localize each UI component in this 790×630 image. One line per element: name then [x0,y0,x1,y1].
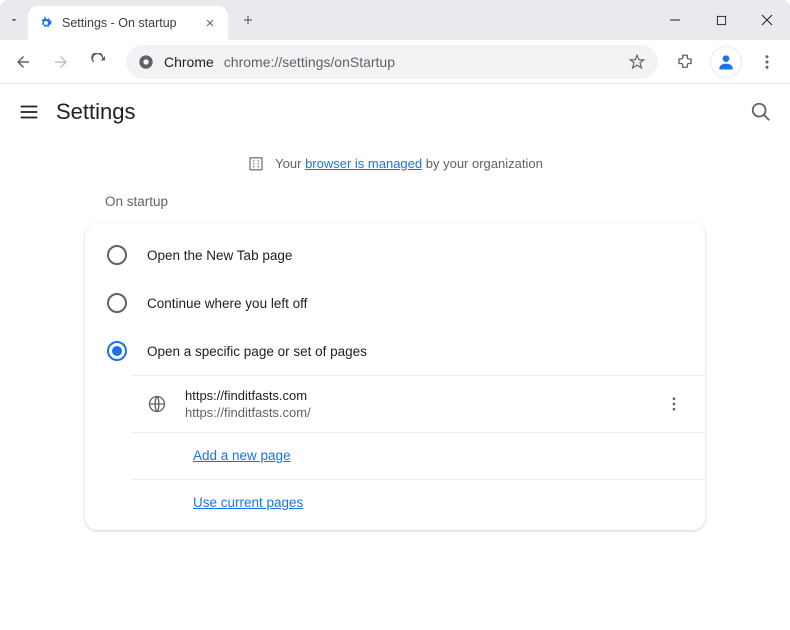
omnibox-origin: Chrome [164,54,214,70]
arrow-right-icon [52,53,70,71]
hamburger-menu-icon[interactable] [18,101,40,123]
add-new-page-link[interactable]: Add a new page [193,448,291,463]
more-actions-button[interactable] [665,395,683,413]
window-controls [652,0,790,40]
maximize-button[interactable] [698,0,744,40]
settings-gear-icon [38,15,54,31]
radio-label: Continue where you left off [147,296,307,311]
chevron-down-icon [8,14,20,26]
tab-search-dropdown[interactable] [0,14,28,26]
reload-button[interactable] [82,45,116,79]
radio-option-new-tab[interactable]: Open the New Tab page [85,231,705,279]
extensions-icon [676,53,694,71]
radio-icon [107,293,127,313]
omnibox-url: chrome://settings/onStartup [224,54,618,70]
chrome-logo-icon [138,54,154,70]
back-button[interactable] [6,45,40,79]
tab-close-button[interactable] [202,15,218,31]
maximize-icon [716,15,727,26]
startup-page-row: https://finditfasts.com https://finditfa… [131,375,705,432]
radio-label: Open a specific page or set of pages [147,344,367,359]
close-icon [761,14,773,26]
new-tab-button[interactable] [234,6,262,34]
address-bar[interactable]: Chrome chrome://settings/onStartup [126,45,658,79]
use-current-pages-link[interactable]: Use current pages [193,495,303,510]
close-icon [205,18,215,28]
reload-icon [90,53,108,71]
building-icon [247,154,265,172]
startup-card: Open the New Tab page Continue where you… [85,223,705,530]
startup-pages-list: https://finditfasts.com https://finditfa… [85,375,705,526]
globe-icon [147,394,167,414]
plus-icon [241,13,255,27]
page-title: Settings [56,99,136,125]
profile-button[interactable] [710,46,742,78]
tab-title: Settings - On startup [62,16,194,30]
managed-prefix: Your [275,156,301,171]
kebab-menu-icon [758,53,776,71]
arrow-left-icon [14,53,32,71]
startup-page-url: https://finditfasts.com/ [185,405,647,420]
close-window-button[interactable] [744,0,790,40]
minimize-button[interactable] [652,0,698,40]
browser-toolbar: Chrome chrome://settings/onStartup [0,40,790,84]
radio-icon [107,245,127,265]
startup-page-title: https://finditfasts.com [185,388,647,403]
settings-header: Settings [0,84,790,140]
section-title: On startup [85,186,705,223]
managed-suffix: by your organization [426,156,543,171]
radio-label: Open the New Tab page [147,248,292,263]
forward-button[interactable] [44,45,78,79]
browser-tab[interactable]: Settings - On startup [28,6,228,40]
use-current-row: Use current pages [131,479,705,526]
window-titlebar: Settings - On startup [0,0,790,40]
page-content: Settings Your browser is managed by your… [0,84,790,530]
search-icon[interactable] [750,101,772,123]
add-page-row: Add a new page [131,432,705,479]
bookmark-star-icon[interactable] [628,53,646,71]
radio-option-continue[interactable]: Continue where you left off [85,279,705,327]
radio-option-specific-pages[interactable]: Open a specific page or set of pages [85,327,705,375]
radio-icon [107,341,127,361]
on-startup-section: On startup Open the New Tab page Continu… [85,186,705,530]
extensions-button[interactable] [668,45,702,79]
managed-banner: Your browser is managed by your organiza… [0,140,790,186]
menu-button[interactable] [750,45,784,79]
minimize-icon [669,14,681,26]
managed-link[interactable]: browser is managed [305,156,422,171]
profile-icon [716,52,736,72]
